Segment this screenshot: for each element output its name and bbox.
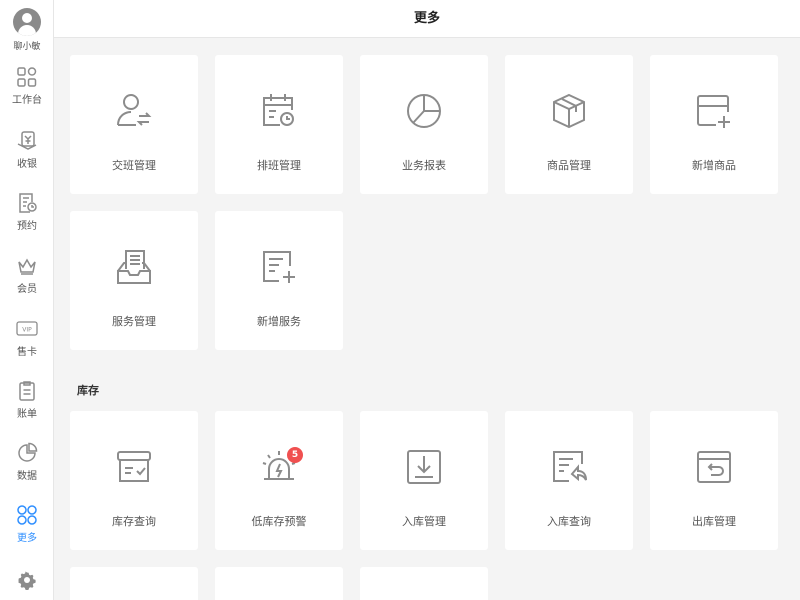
sidebar-item-label: 预约: [17, 221, 37, 232]
grid-icon: [17, 67, 37, 87]
sidebar-item-label: 收银: [17, 159, 37, 170]
box-icon: [553, 93, 585, 129]
card-business-report[interactable]: 业务报表: [360, 55, 488, 194]
sidebar-item-label: 数据: [17, 471, 37, 482]
card-label: 交班管理: [112, 159, 156, 172]
card-service-management[interactable]: 服务管理: [70, 211, 198, 350]
cashier-icon: [17, 131, 37, 150]
card-label: 出库管理: [692, 515, 736, 528]
card-add-service[interactable]: 新增服务: [215, 211, 343, 350]
user-name: 聊小敏: [13, 42, 41, 52]
card-product-management[interactable]: 商品管理: [505, 55, 633, 194]
vip-card-icon: VIP: [16, 321, 38, 336]
card-stock-in-query[interactable]: 入库查询: [505, 411, 633, 550]
add-service-icon: [263, 251, 295, 283]
sidebar-item-bill[interactable]: 账单: [0, 380, 54, 430]
card-schedule-management[interactable]: 排班管理: [215, 55, 343, 194]
service-tray-icon: [117, 250, 151, 284]
stock-in-icon: [407, 450, 441, 484]
card-label: 新增商品: [692, 159, 736, 172]
sidebar-item-label: 售卡: [17, 347, 37, 358]
gear-icon[interactable]: [17, 570, 37, 590]
card-label: 商品管理: [547, 159, 591, 172]
card-partial[interactable]: [215, 567, 343, 600]
bill-icon: [19, 381, 35, 401]
sidebar-item-label: 会员: [17, 284, 37, 295]
card-stock-out-management[interactable]: 出库管理: [650, 411, 778, 550]
page-title: 更多: [54, 0, 800, 38]
avatar[interactable]: [13, 8, 41, 36]
add-product-icon: [697, 95, 730, 128]
card-label: 入库查询: [547, 515, 591, 528]
card-label: 低库存预警: [251, 515, 307, 528]
pie-chart-icon: [18, 442, 38, 462]
svg-text:VIP: VIP: [22, 327, 32, 334]
schedule-icon: [263, 94, 294, 126]
section-title-inventory: 库存: [77, 384, 99, 397]
card-label: 服务管理: [112, 315, 156, 328]
stock-query-icon: [117, 451, 151, 482]
crown-icon: [18, 258, 36, 275]
sidebar-item-cashier[interactable]: 收银: [0, 130, 54, 180]
card-stock-query[interactable]: 库存查询: [70, 411, 198, 550]
card-shift-management[interactable]: 交班管理: [70, 55, 198, 194]
card-partial[interactable]: [360, 567, 488, 600]
sidebar-item-sell-card[interactable]: VIP 售卡: [0, 318, 54, 368]
sidebar-item-label: 更多: [17, 533, 37, 544]
card-label: 入库管理: [402, 515, 446, 528]
shift-handover-icon: [117, 94, 152, 126]
stock-out-icon: [697, 451, 731, 483]
card-label: 业务报表: [402, 159, 446, 172]
more-icon: [17, 505, 37, 525]
card-add-product[interactable]: 新增商品: [650, 55, 778, 194]
sidebar-item-more[interactable]: 更多: [0, 504, 54, 554]
report-pie-icon: [407, 94, 441, 128]
notification-badge: 5: [287, 447, 303, 463]
sidebar: 聊小敏 工作台 收银 预约 会员 VIP 售卡 账单 数据 更多: [0, 0, 54, 600]
card-label: 库存查询: [112, 515, 156, 528]
sidebar-item-label: 账单: [17, 409, 37, 420]
appointment-icon: [19, 193, 37, 213]
card-label: 新增服务: [257, 315, 301, 328]
sidebar-item-data[interactable]: 数据: [0, 442, 54, 492]
sidebar-item-label: 工作台: [12, 95, 42, 106]
card-partial[interactable]: [70, 567, 198, 600]
user-profile[interactable]: 聊小敏: [0, 8, 54, 52]
sidebar-item-appointment[interactable]: 预约: [0, 192, 54, 242]
stock-in-query-icon: [553, 451, 587, 482]
card-low-stock-alert[interactable]: 5 低库存预警: [215, 411, 343, 550]
sidebar-item-member[interactable]: 会员: [0, 255, 54, 305]
sidebar-item-workbench[interactable]: 工作台: [0, 66, 54, 116]
card-label: 排班管理: [257, 159, 301, 172]
card-stock-in-management[interactable]: 入库管理: [360, 411, 488, 550]
